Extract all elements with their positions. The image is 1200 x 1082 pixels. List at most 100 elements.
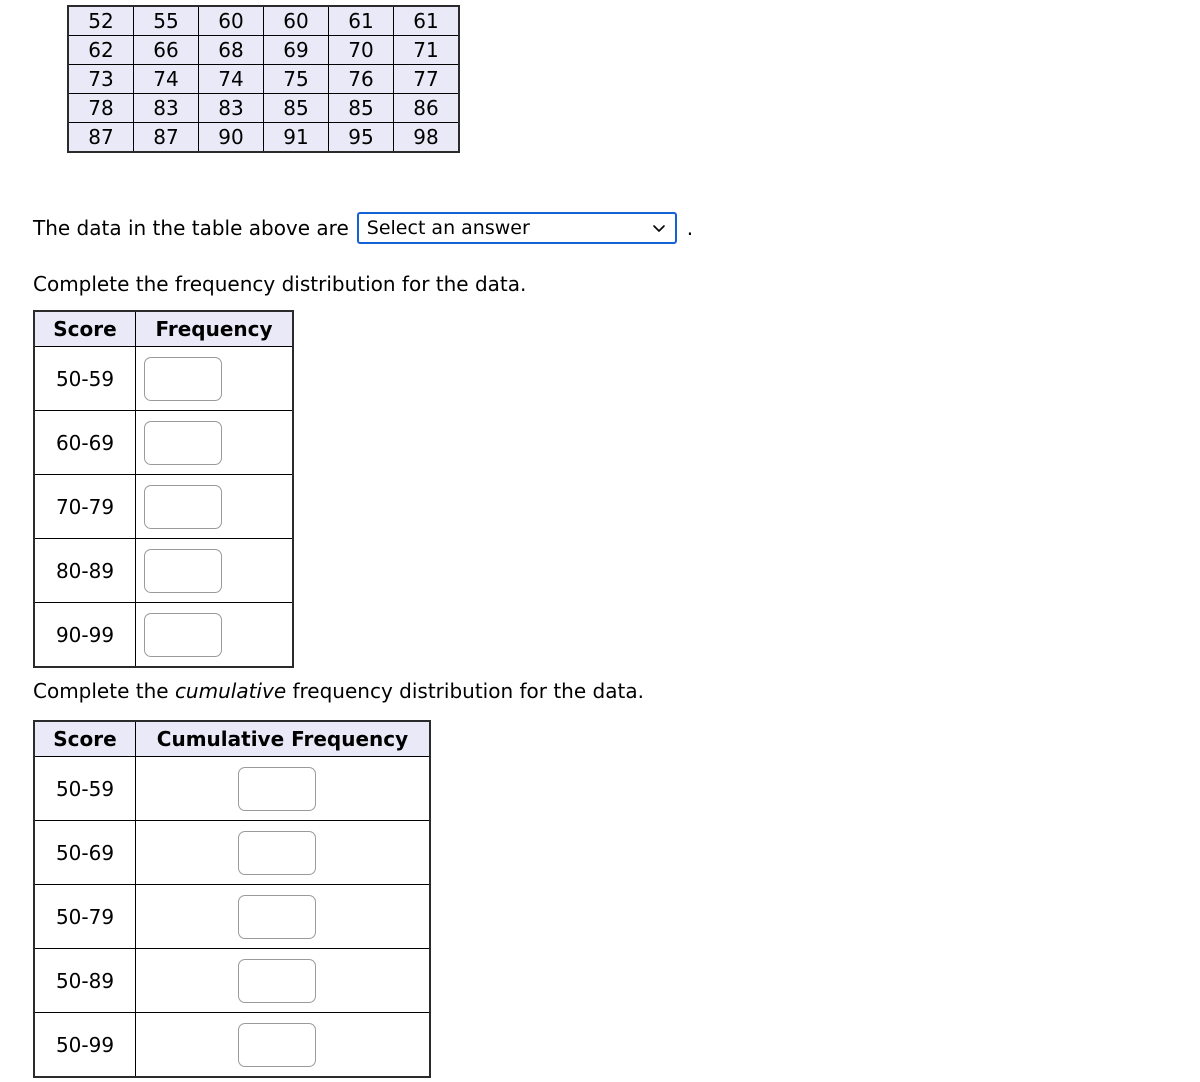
data-cell: 68 bbox=[198, 35, 264, 65]
table-row: 78 83 83 85 85 86 bbox=[67, 93, 460, 123]
cumulative-prompt-part2: frequency distribution for the data. bbox=[286, 679, 644, 703]
score-range-label: 50-89 bbox=[33, 948, 136, 1013]
table-row: 50-99 bbox=[33, 1012, 431, 1078]
table-row: 70-79 bbox=[33, 474, 294, 539]
data-cell: 71 bbox=[393, 35, 460, 65]
table-row: 50-79 bbox=[33, 884, 431, 949]
frequency-distribution-table: Score Frequency 50-59 60-69 70-79 80-89 bbox=[33, 310, 294, 668]
table-row: 50-69 bbox=[33, 820, 431, 885]
data-cell: 60 bbox=[198, 5, 264, 36]
score-range-label: 80-89 bbox=[33, 538, 136, 603]
data-cell: 60 bbox=[263, 5, 329, 36]
score-range-label: 70-79 bbox=[33, 474, 136, 539]
data-cell: 91 bbox=[263, 122, 329, 153]
data-cell: 70 bbox=[328, 35, 394, 65]
data-cell: 62 bbox=[67, 35, 134, 65]
table-row: 80-89 bbox=[33, 538, 294, 603]
data-cell: 87 bbox=[67, 122, 134, 153]
data-cell: 85 bbox=[263, 93, 329, 123]
cumulative-prompt-part1: Complete the bbox=[33, 679, 175, 703]
column-header-frequency: Frequency bbox=[135, 310, 294, 347]
score-range-label: 50-59 bbox=[33, 756, 136, 821]
data-cell: 86 bbox=[393, 93, 460, 123]
data-cell: 90 bbox=[198, 122, 264, 153]
table-row: 90-99 bbox=[33, 602, 294, 668]
cumulative-prompt-emphasis: cumulative bbox=[174, 679, 287, 703]
select-selected-value: Select an answer bbox=[366, 217, 530, 239]
score-range-label: 60-69 bbox=[33, 410, 136, 475]
cumulative-table-head: Score Cumulative Frequency bbox=[33, 720, 431, 757]
table-row: 87 87 90 91 95 98 bbox=[67, 122, 460, 153]
data-cell: 61 bbox=[328, 5, 394, 36]
frequency-input-cell bbox=[135, 538, 294, 603]
frequency-input-60-69[interactable] bbox=[144, 420, 222, 465]
table-row: 50-89 bbox=[33, 948, 431, 1013]
cumulative-frequency-table: Score Cumulative Frequency 50-59 50-69 5… bbox=[33, 720, 431, 1078]
column-header-score: Score bbox=[33, 310, 136, 347]
cumulative-input-cell bbox=[135, 884, 431, 949]
data-cell: 77 bbox=[393, 64, 460, 94]
frequency-input-80-89[interactable] bbox=[144, 548, 222, 593]
chevron-down-icon bbox=[651, 220, 667, 236]
frequency-input-cell bbox=[135, 602, 294, 668]
data-cell: 74 bbox=[198, 64, 264, 94]
cumulative-input-cell bbox=[135, 756, 431, 821]
cumulative-input-cell bbox=[135, 948, 431, 1013]
data-cell: 78 bbox=[67, 93, 134, 123]
data-cell: 87 bbox=[133, 122, 199, 153]
data-cell: 74 bbox=[133, 64, 199, 94]
sentence-period: . bbox=[686, 216, 694, 240]
raw-data-table-container: 52 55 60 60 61 61 62 66 68 69 70 71 73 7… bbox=[67, 5, 460, 153]
cumulative-input-cell bbox=[135, 1012, 431, 1078]
data-cell: 76 bbox=[328, 64, 394, 94]
score-range-label: 90-99 bbox=[33, 602, 136, 668]
table-header-row: Score Cumulative Frequency bbox=[33, 720, 431, 757]
data-cell: 85 bbox=[328, 93, 394, 123]
data-type-select[interactable]: Select an answer bbox=[356, 212, 677, 244]
frequency-table-body: 50-59 60-69 70-79 80-89 90-99 bbox=[33, 346, 294, 668]
data-cell: 95 bbox=[328, 122, 394, 153]
frequency-table-head: Score Frequency bbox=[33, 310, 294, 347]
data-cell: 73 bbox=[67, 64, 134, 94]
table-header-row: Score Frequency bbox=[33, 310, 294, 347]
table-row: 73 74 74 75 76 77 bbox=[67, 64, 460, 94]
raw-data-table: 52 55 60 60 61 61 62 66 68 69 70 71 73 7… bbox=[67, 5, 460, 153]
column-header-score: Score bbox=[33, 720, 136, 757]
frequency-input-cell bbox=[135, 346, 294, 411]
table-row: 50-59 bbox=[33, 756, 431, 821]
data-cell: 83 bbox=[198, 93, 264, 123]
data-cell: 61 bbox=[393, 5, 460, 36]
score-range-label: 50-79 bbox=[33, 884, 136, 949]
cumulative-prompt: Complete the cumulative frequency distri… bbox=[33, 679, 644, 703]
cumulative-table-body: 50-59 50-69 50-79 50-89 50-99 bbox=[33, 756, 431, 1078]
score-range-label: 50-99 bbox=[33, 1012, 136, 1078]
sentence-label: The data in the table above are bbox=[33, 216, 349, 240]
frequency-input-90-99[interactable] bbox=[144, 612, 222, 657]
table-row: 50-59 bbox=[33, 346, 294, 411]
table-row: 52 55 60 60 61 61 bbox=[67, 5, 460, 36]
data-cell: 75 bbox=[263, 64, 329, 94]
cumulative-input-50-69[interactable] bbox=[238, 830, 316, 875]
cumulative-input-50-99[interactable] bbox=[238, 1022, 316, 1067]
data-cell: 98 bbox=[393, 122, 460, 153]
frequency-input-50-59[interactable] bbox=[144, 356, 222, 401]
frequency-input-70-79[interactable] bbox=[144, 484, 222, 529]
data-cell: 69 bbox=[263, 35, 329, 65]
column-header-cumulative-frequency: Cumulative Frequency bbox=[135, 720, 431, 757]
table-row: 62 66 68 69 70 71 bbox=[67, 35, 460, 65]
table-row: 60-69 bbox=[33, 410, 294, 475]
cumulative-input-cell bbox=[135, 820, 431, 885]
score-range-label: 50-69 bbox=[33, 820, 136, 885]
frequency-input-cell bbox=[135, 474, 294, 539]
cumulative-input-50-79[interactable] bbox=[238, 894, 316, 939]
data-classification-sentence: The data in the table above are Select a… bbox=[33, 212, 693, 244]
data-cell: 83 bbox=[133, 93, 199, 123]
raw-data-table-body: 52 55 60 60 61 61 62 66 68 69 70 71 73 7… bbox=[67, 5, 460, 153]
cumulative-input-50-89[interactable] bbox=[238, 958, 316, 1003]
data-cell: 66 bbox=[133, 35, 199, 65]
data-cell: 52 bbox=[67, 5, 134, 36]
data-cell: 55 bbox=[133, 5, 199, 36]
cumulative-input-50-59[interactable] bbox=[238, 766, 316, 811]
score-range-label: 50-59 bbox=[33, 346, 136, 411]
frequency-input-cell bbox=[135, 410, 294, 475]
